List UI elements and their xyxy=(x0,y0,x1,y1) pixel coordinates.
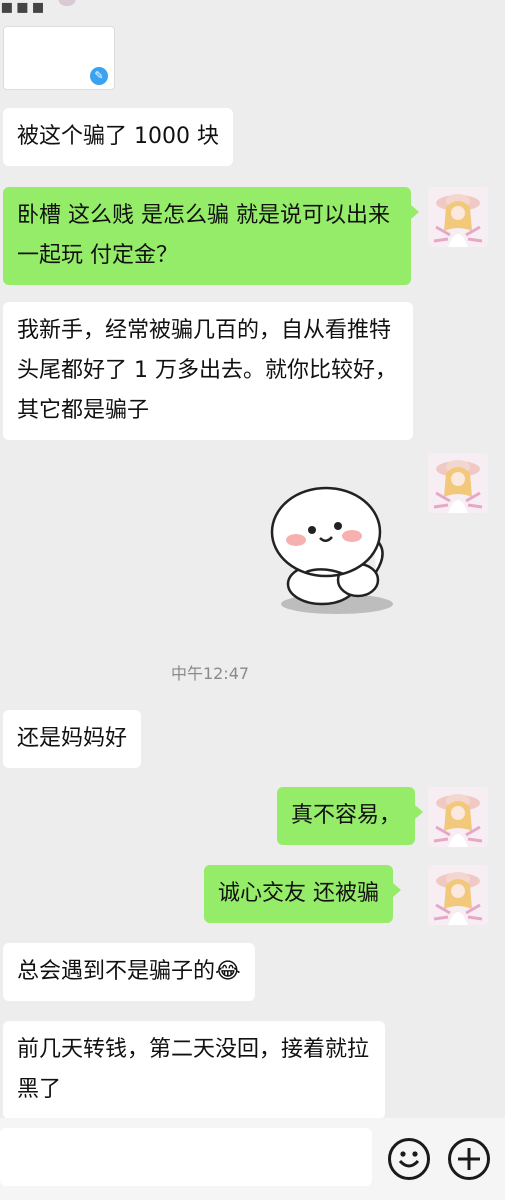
message-text: 被这个骗了 1000 块 xyxy=(17,124,219,149)
bun-sticker-icon[interactable] xyxy=(262,480,412,620)
image-message[interactable]: ✎ xyxy=(3,26,115,90)
message-bubble-left[interactable]: 总会遇到不是骗子的😂 xyxy=(3,943,255,1001)
message-bubble-left[interactable]: 被这个骗了 1000 块 xyxy=(3,108,233,166)
timestamp: 中午12:47 xyxy=(170,664,250,683)
anime-avatar-icon xyxy=(428,187,488,247)
message-bubble-right[interactable]: 卧槽 这么贱 是怎么骗 就是说可以出来 一起玩 付定金？ xyxy=(3,187,419,285)
message-bubble-right[interactable]: 诚心交友 还被骗 xyxy=(204,865,401,923)
avatar[interactable] xyxy=(428,453,488,513)
avatar[interactable] xyxy=(428,865,488,925)
message-text: 真不容易， xyxy=(291,803,402,828)
smiley-icon xyxy=(398,1151,420,1168)
anime-avatar-icon xyxy=(428,865,488,925)
message-text: 总会遇到不是骗子的 xyxy=(17,959,216,984)
message-bubble-left[interactable]: 我新手，经常被骗几百的，自从看推特头尾都好了 1 万多出去。就你比较好，其它都是… xyxy=(3,302,413,440)
message-text: 卧槽 这么贱 是怎么骗 就是说可以出来 一起玩 付定金？ xyxy=(17,203,390,268)
add-button[interactable] xyxy=(448,1138,490,1180)
message-bubble-left[interactable]: 还是妈妈好 xyxy=(3,710,142,768)
image-badge-icon: ✎ xyxy=(90,67,108,85)
dots-icon: ▪▪▪ xyxy=(0,0,47,18)
message-input[interactable] xyxy=(0,1128,372,1186)
status-strip: ▪▪▪ xyxy=(0,0,505,26)
message-bubble-left[interactable]: 前几天转钱，第二天没回，接着就拉黑了 xyxy=(3,1021,385,1119)
anime-avatar-icon xyxy=(428,787,488,847)
plus-icon xyxy=(458,1148,480,1170)
message-text: 前几天转钱，第二天没回，接着就拉黑了 xyxy=(17,1037,370,1102)
avatar[interactable] xyxy=(428,787,488,847)
anime-avatar-icon xyxy=(428,453,488,513)
message-text: 我新手，经常被骗几百的，自从看推特头尾都好了 1 万多出去。就你比较好，其它都是… xyxy=(17,318,397,423)
avatar[interactable] xyxy=(428,187,488,247)
input-bar xyxy=(0,1118,505,1200)
message-text: 诚心交友 还被骗 xyxy=(218,881,379,906)
mini-avatar-icon xyxy=(58,0,76,6)
tears-of-joy-emoji: 😂 xyxy=(215,959,241,984)
message-text: 还是妈妈好 xyxy=(17,726,128,751)
message-bubble-right[interactable]: 真不容易， xyxy=(277,787,424,845)
emoji-button[interactable] xyxy=(388,1138,430,1180)
